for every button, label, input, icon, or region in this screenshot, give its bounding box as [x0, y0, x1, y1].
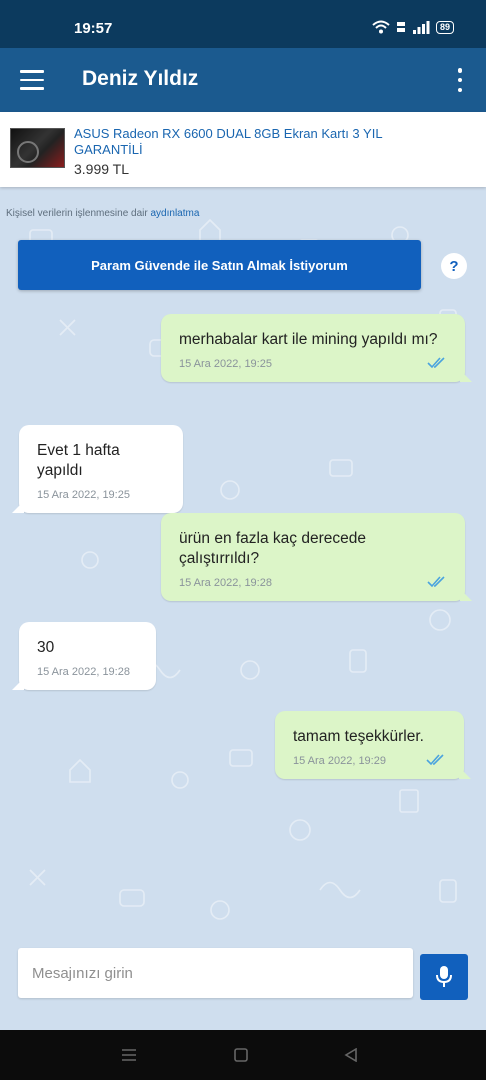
signal-icon [412, 20, 430, 34]
message-bubble-outgoing: tamam teşekkürler. 15 Ara 2022, 19:29 [275, 711, 471, 779]
microphone-icon[interactable] [420, 954, 468, 1000]
message-bubble-incoming: 30 15 Ara 2022, 19:28 [12, 622, 156, 690]
back-icon[interactable] [338, 1042, 364, 1068]
read-ticks-icon [426, 754, 444, 766]
system-navigation-bar [0, 1030, 486, 1080]
product-thumbnail [10, 128, 65, 168]
safe-purchase-button[interactable]: Param Güvende ile Satın Almak İstiyorum [18, 240, 421, 290]
message-text: 30 [37, 639, 55, 656]
message-bubble-outgoing: merhabalar kart ile mining yapıldı mı? 1… [161, 314, 472, 382]
consent-notice: Kişisel verilerin işlenmesine dair aydın… [6, 208, 199, 219]
recent-apps-icon[interactable] [116, 1042, 142, 1068]
status-bar: 19:57 89 [0, 0, 486, 48]
battery-icon: 89 [435, 20, 454, 34]
message-bubble-outgoing: ürün en fazla kaç derecede çalıştırrıldı… [161, 513, 472, 601]
message-time: 15 Ara 2022, 19:25 [179, 358, 272, 370]
product-name[interactable]: ASUS Radeon RX 6600 DUAL 8GB Ekran Kartı… [74, 126, 414, 158]
wifi-icon [372, 20, 390, 34]
product-card[interactable]: ASUS Radeon RX 6600 DUAL 8GB Ekran Kartı… [0, 112, 486, 187]
more-vert-icon[interactable] [454, 68, 466, 92]
message-text: ürün en fazla kaç derecede çalıştırrıldı… [179, 530, 366, 567]
message-text: tamam teşekkürler. [293, 728, 424, 745]
message-time: 15 Ara 2022, 19:28 [179, 577, 272, 589]
message-time: 15 Ara 2022, 19:25 [37, 489, 130, 501]
message-bubble-incoming: Evet 1 hafta yapıldı 15 Ara 2022, 19:25 [12, 425, 183, 513]
app-bar: Deniz Yıldız [0, 48, 486, 112]
system-icons: 89 [372, 20, 454, 34]
volte-icon [396, 22, 405, 32]
contact-name: Deniz Yıldız [82, 67, 199, 90]
message-time: 15 Ara 2022, 19:29 [293, 755, 386, 767]
message-text: merhabalar kart ile mining yapıldı mı? [179, 331, 438, 348]
status-time: 19:57 [74, 20, 113, 37]
message-input[interactable] [18, 948, 413, 998]
message-text: Evet 1 hafta yapıldı [37, 442, 120, 479]
consent-text: Kişisel verilerin işlenmesine dair [6, 208, 148, 219]
consent-link[interactable]: aydınlatma [151, 208, 200, 219]
read-ticks-icon [427, 576, 445, 588]
home-icon[interactable] [228, 1042, 254, 1068]
hamburger-menu-icon[interactable] [20, 70, 44, 90]
message-composer [0, 940, 486, 1030]
read-ticks-icon [427, 357, 445, 369]
product-price: 3.999 TL [74, 161, 130, 177]
help-icon[interactable]: ? [441, 253, 467, 279]
message-time: 15 Ara 2022, 19:28 [37, 666, 130, 678]
